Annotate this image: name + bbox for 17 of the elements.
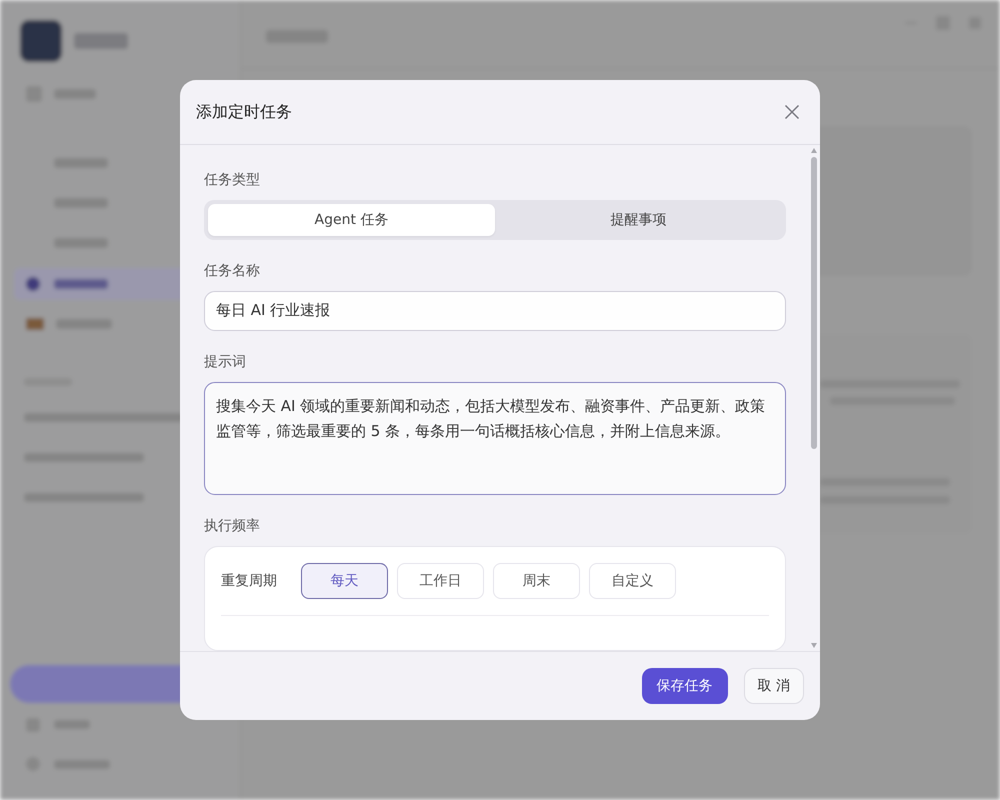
repeat-option[interactable]: 周末 [493, 562, 580, 599]
save-button[interactable]: 保存任务 [642, 668, 728, 704]
repeat-option[interactable]: 工作日 [397, 562, 484, 599]
type-tab[interactable]: 提醒事项 [495, 204, 782, 236]
name-field[interactable]: 每日 AI 行业速报 [204, 291, 786, 331]
repeat-option[interactable]: 每天 [301, 562, 388, 599]
close-icon[interactable] [784, 104, 800, 120]
type-tab[interactable]: Agent 任务 [208, 204, 495, 236]
prompt-field[interactable]: 搜集今天 AI 领域的重要新闻和动态，包括大模型发布、融资事件、产品更新、政策监管等，筛选最重要的 5 条，每条用一句话概括核心信息，并附上信息来源。 [204, 382, 786, 495]
repeat-label: 重复周期 [221, 572, 278, 590]
field-label: 任务名称 [204, 262, 260, 280]
field-label: 提示词 [204, 352, 246, 371]
field-label: 执行频率 [204, 516, 260, 535]
repeat-option[interactable]: 自定义 [589, 562, 676, 599]
field-label: 任务类型 [204, 171, 260, 189]
dialog-title: 添加定时任务 [196, 102, 292, 122]
cancel-button[interactable]: 取 消 [744, 668, 804, 704]
